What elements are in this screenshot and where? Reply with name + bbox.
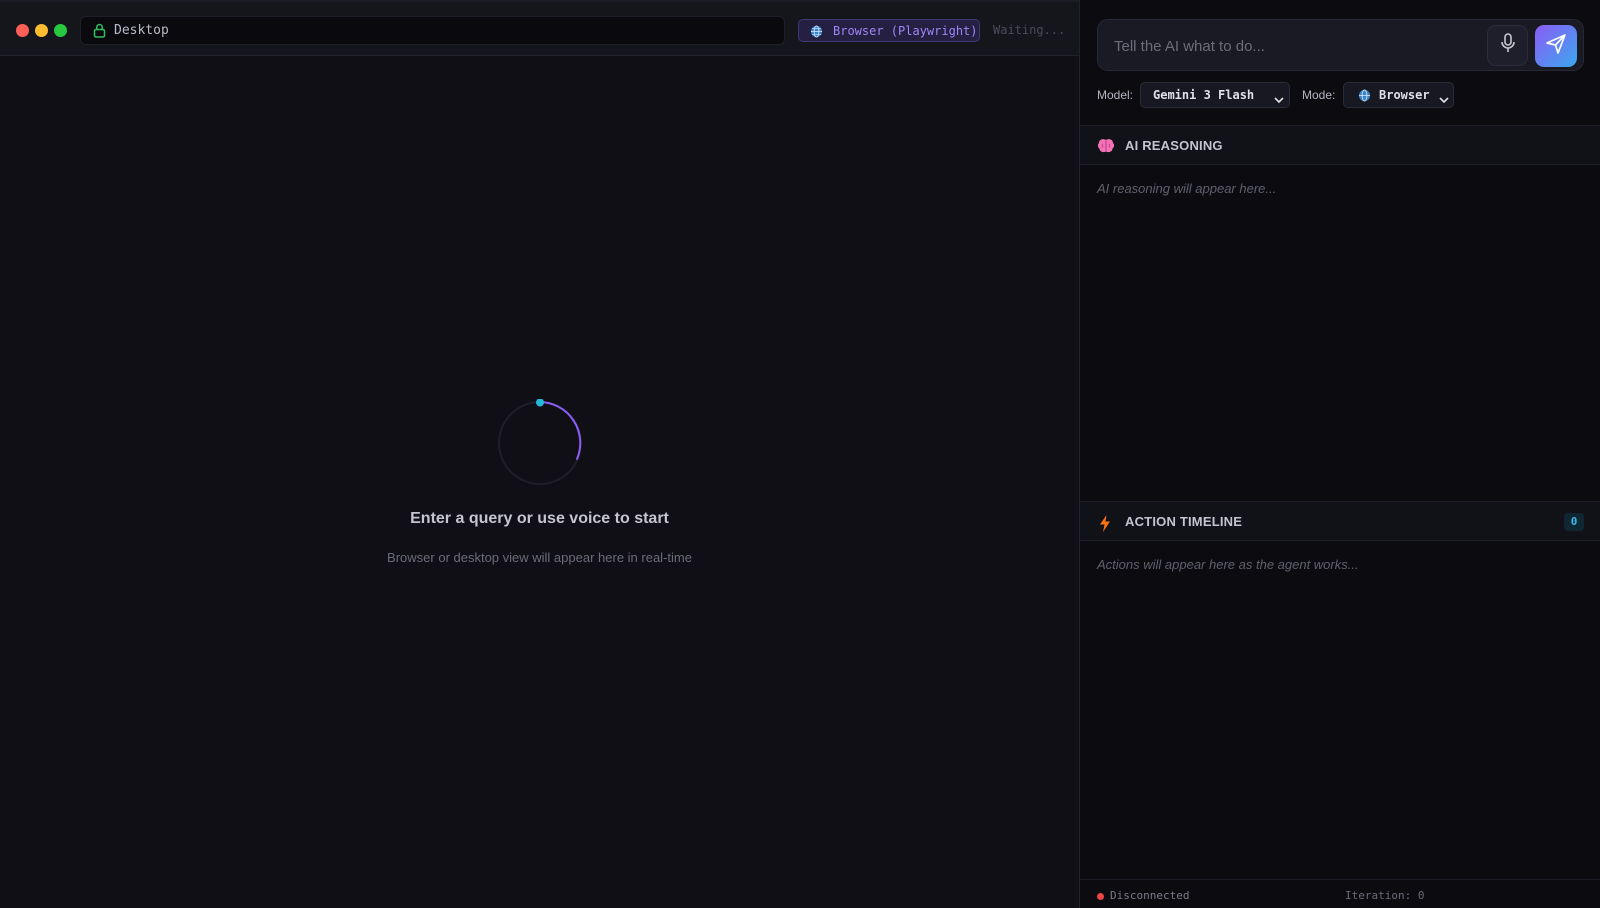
lock-icon <box>93 23 106 43</box>
address-text: Desktop <box>114 23 169 38</box>
close-window-button[interactable] <box>16 24 29 37</box>
viewer-pane: Desktop Browser (Playwright) Waiting... <box>0 0 1079 908</box>
lightning-icon <box>1099 515 1111 537</box>
query-input[interactable] <box>1114 36 1474 56</box>
iteration-counter: Iteration: 0 <box>1345 889 1425 902</box>
empty-state-subtitle: Browser or desktop view will appear here… <box>387 550 692 565</box>
reasoning-header: AI REASONING <box>1080 125 1600 165</box>
action-count-badge: 0 <box>1564 513 1584 531</box>
browser-mode-label: Browser (Playwright) <box>833 24 978 38</box>
model-label: Model: <box>1097 88 1134 102</box>
reasoning-placeholder: AI reasoning will appear here... <box>1097 181 1277 196</box>
empty-state-title: Enter a query or use voice to start <box>410 510 669 527</box>
globe-icon <box>810 25 823 43</box>
model-select-value: Gemini 3 Flash <box>1153 88 1255 102</box>
minimize-window-button[interactable] <box>35 24 48 37</box>
reasoning-title: AI REASONING <box>1125 138 1223 153</box>
globe-icon <box>1358 89 1371 107</box>
voice-input-button[interactable] <box>1487 25 1528 66</box>
mode-select[interactable]: Browser <box>1343 82 1454 108</box>
model-select[interactable]: Gemini 3 Flash <box>1140 82 1290 108</box>
send-icon <box>1545 33 1567 60</box>
chevron-down-icon <box>1439 91 1449 109</box>
timeline-header: ACTION TIMELINE 0 <box>1080 501 1600 541</box>
connection-status-dot <box>1097 893 1104 900</box>
maximize-window-button[interactable] <box>54 24 67 37</box>
brain-icon <box>1097 138 1115 159</box>
connection-status: Disconnected <box>1110 889 1190 902</box>
loading-spinner <box>496 398 584 492</box>
browser-mode-badge: Browser (Playwright) <box>798 19 980 42</box>
timeline-placeholder: Actions will appear here as the agent wo… <box>1097 557 1359 572</box>
agent-panel: Model: Gemini 3 Flash Mode: Browser <box>1079 0 1600 908</box>
mode-label: Mode: <box>1302 88 1336 102</box>
timeline-title: ACTION TIMELINE <box>1125 514 1243 529</box>
mode-select-value: Browser <box>1379 88 1430 102</box>
query-box <box>1097 19 1584 71</box>
address-bar[interactable]: Desktop <box>80 16 785 45</box>
send-button[interactable] <box>1535 25 1577 67</box>
microphone-icon <box>1500 33 1516 58</box>
app-root: Desktop Browser (Playwright) Waiting... <box>0 0 1600 908</box>
chevron-down-icon <box>1274 91 1284 109</box>
viewer-status: Waiting... <box>993 23 1066 37</box>
status-footer: Disconnected Iteration: 0 <box>1080 879 1600 908</box>
viewer-toolbar: Desktop Browser (Playwright) Waiting... <box>0 2 1079 56</box>
